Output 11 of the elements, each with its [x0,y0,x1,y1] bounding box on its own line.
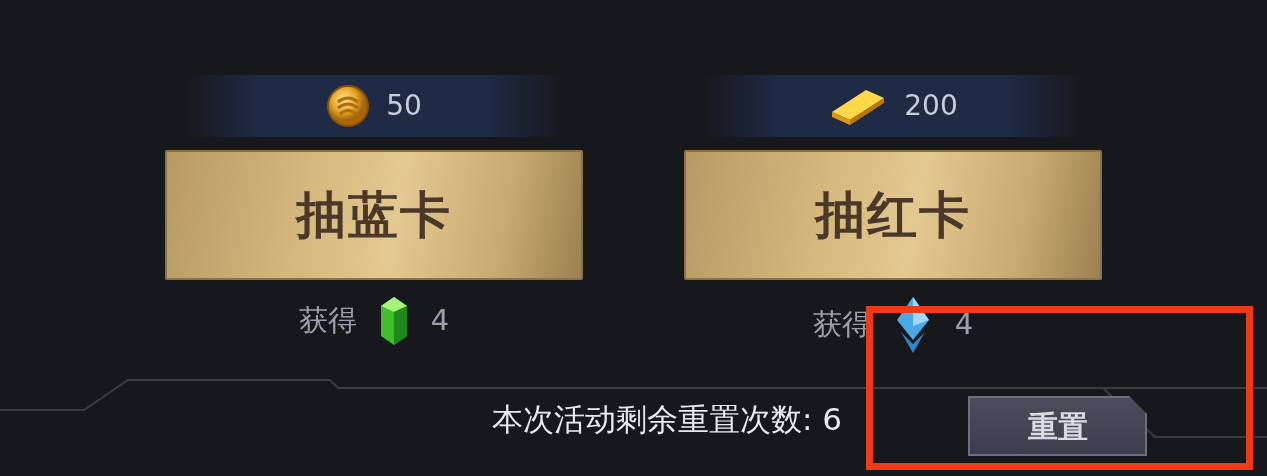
draw-card-button[interactable]: 抽红卡 [684,150,1102,280]
draw-card-button[interactable]: 抽蓝卡 [165,150,583,280]
remaining-resets-text: 本次活动剩余重置次数: 6 [491,400,842,439]
price-amount: 200 [904,88,958,124]
price-amount: 50 [386,88,422,124]
reward-amount: 4 [954,306,974,344]
gem-icon [378,296,409,346]
reset-button[interactable]: 重置 [968,396,1147,456]
coin-icon [326,84,371,128]
reward-label: 获得 [298,302,357,340]
reward-amount: 4 [430,302,450,340]
